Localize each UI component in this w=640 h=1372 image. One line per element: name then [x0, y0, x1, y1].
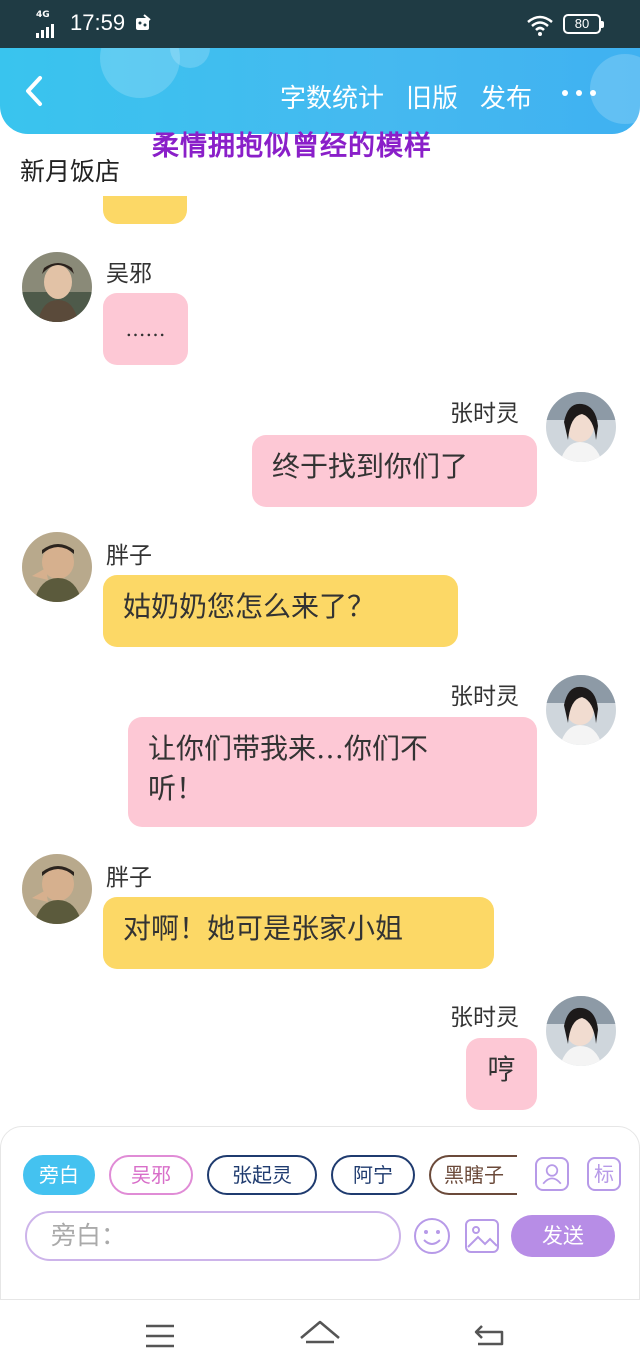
role-chip-heixiazi[interactable]: 黑瞎子: [429, 1155, 517, 1195]
avatar-zhangshiling[interactable]: [546, 675, 616, 745]
header-menu: 字数统计 旧版 发布: [280, 78, 532, 115]
message-bubble[interactable]: 对啊！她可是张家小姐: [103, 897, 494, 969]
input-panel: 旁白 吴邪 张起灵 阿宁 黑瞎子 标 旁白： 发送: [0, 1126, 640, 1300]
avatar-pangzi[interactable]: [22, 854, 92, 924]
message-bubble[interactable]: 让你们带我来…你们不 听！: [128, 717, 537, 827]
word-count-button[interactable]: 字数统计: [280, 78, 384, 115]
emoji-icon[interactable]: [413, 1217, 451, 1255]
menu-icon[interactable]: [144, 1322, 176, 1350]
more-icon[interactable]: [562, 90, 596, 96]
send-button[interactable]: 发送: [511, 1215, 615, 1257]
publish-button[interactable]: 发布: [480, 78, 532, 115]
old-version-button[interactable]: 旧版: [406, 78, 458, 115]
status-time: 17:59: [70, 10, 126, 35]
return-icon[interactable]: [472, 1320, 506, 1350]
message-bubble[interactable]: 姑奶奶您怎么来了？: [103, 575, 458, 647]
cut-off-message-bubble: [103, 196, 187, 224]
battery-icon: 80: [563, 14, 604, 34]
role-chip-zhangqiling[interactable]: 张起灵: [207, 1155, 317, 1195]
message-line: 让你们带我来…你们不: [148, 732, 429, 765]
network-type: 4G: [36, 10, 50, 20]
scene-title: 新月饭店: [20, 157, 121, 186]
image-icon[interactable]: [463, 1217, 501, 1255]
avatar-zhangshiling[interactable]: [546, 996, 616, 1066]
header-bar: 字数统计 旧版 发布: [0, 48, 640, 134]
back-icon[interactable]: [18, 74, 52, 108]
speaker-name: 吴邪: [106, 261, 152, 287]
message-input[interactable]: 旁白：: [25, 1211, 401, 1261]
decor-bubble: [100, 48, 180, 98]
app-notification-icon: [136, 14, 151, 30]
message-bubble[interactable]: ……: [103, 293, 188, 365]
speaker-name: 张时灵: [450, 401, 519, 427]
role-chip-aning[interactable]: 阿宁: [331, 1155, 415, 1195]
message-bubble[interactable]: 终于找到你们了: [252, 435, 537, 507]
role-chip-narrator[interactable]: 旁白: [23, 1155, 95, 1195]
add-role-icon[interactable]: [535, 1157, 569, 1191]
avatar-wuxie[interactable]: [22, 252, 92, 322]
avatar-zhangshiling[interactable]: [546, 392, 616, 462]
wifi-icon: [527, 15, 553, 36]
role-chip-wuxie[interactable]: 吴邪: [109, 1155, 193, 1195]
status-bar: 4G 17:59 80: [0, 0, 640, 48]
message-bubble[interactable]: 哼: [466, 1038, 537, 1110]
home-icon[interactable]: [298, 1318, 342, 1350]
tag-button[interactable]: 标: [587, 1157, 621, 1191]
speaker-name: 张时灵: [450, 1005, 519, 1031]
message-line: 听！: [148, 772, 205, 805]
speaker-name: 胖子: [106, 543, 152, 569]
decor-bubble: [590, 54, 640, 124]
speaker-name: 胖子: [106, 865, 152, 891]
system-nav-bar: [0, 1300, 640, 1372]
avatar-pangzi[interactable]: [22, 532, 92, 602]
speaker-name: 张时灵: [450, 684, 519, 710]
signal-icon: 4G: [36, 10, 62, 38]
overlay-title: 柔情拥抱似曾经的模样: [152, 131, 432, 162]
